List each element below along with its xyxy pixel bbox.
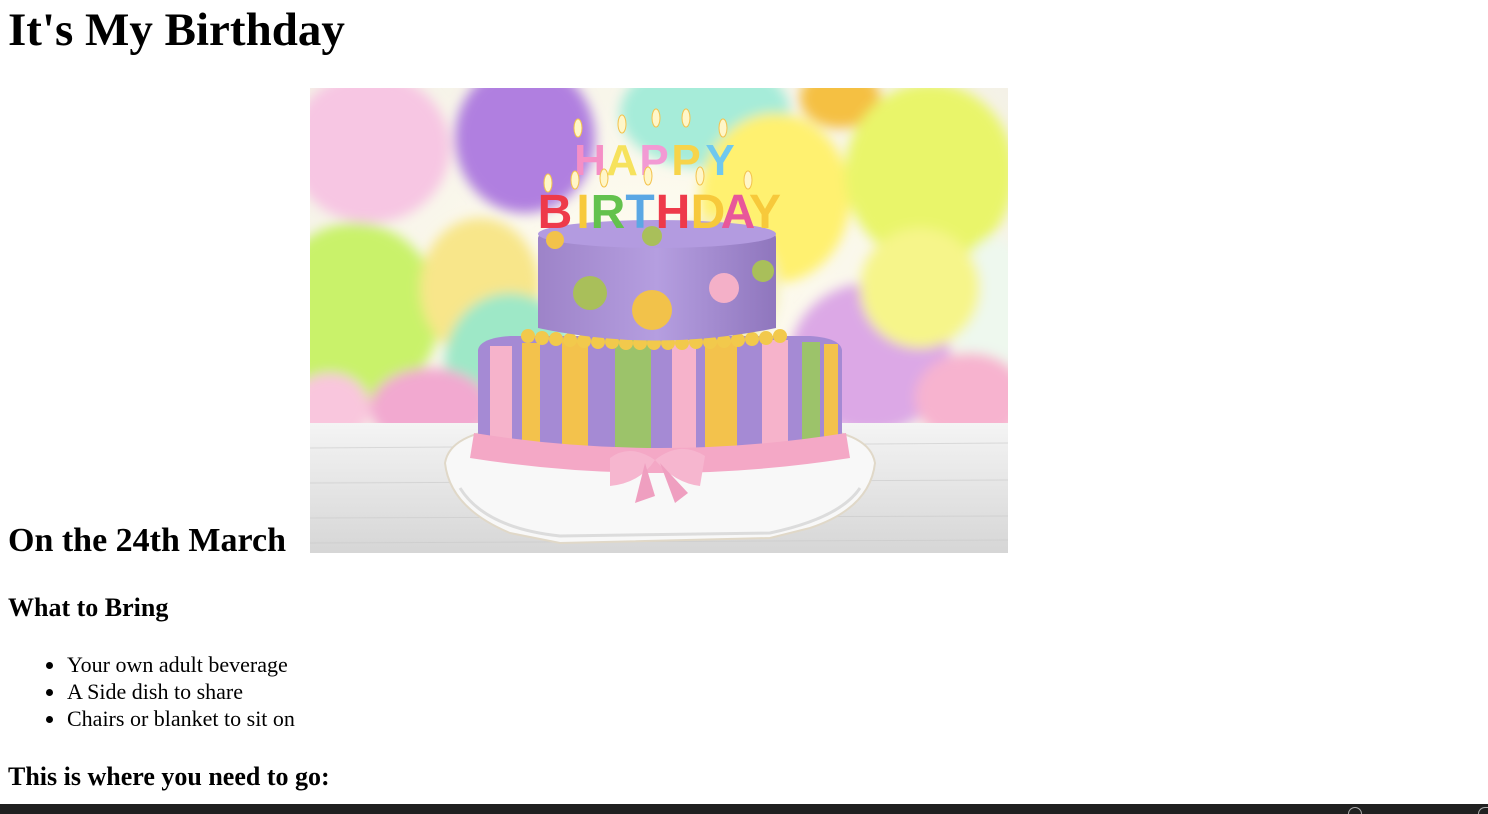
svg-text:T: T (625, 186, 654, 239)
svg-text:A: A (606, 136, 638, 185)
svg-text:Y: Y (705, 136, 734, 185)
list-item: A Side dish to share (46, 678, 295, 705)
birthday-cake-image: H A P P Y B I R T H D A Y (310, 88, 1008, 553)
list-item: Your own adult beverage (46, 651, 295, 678)
what-to-bring-heading: What to Bring (8, 593, 169, 622)
svg-text:Y: Y (749, 186, 781, 239)
list-item-text: A Side dish to share (67, 679, 243, 704)
list-item-text: Your own adult beverage (67, 652, 288, 677)
date-heading: On the 24th March (8, 522, 286, 559)
list-item: Chairs or blanket to sit on (46, 705, 295, 732)
svg-text:I: I (576, 186, 589, 239)
tray-icon[interactable] (1348, 807, 1362, 814)
bullet-icon (46, 662, 53, 669)
page-title: It's My Birthday (8, 4, 345, 56)
taskbar (0, 804, 1488, 814)
tray-icon-partial[interactable] (1478, 807, 1488, 814)
list-item-text: Chairs or blanket to sit on (67, 706, 295, 731)
where-to-go-heading: This is where you need to go: (8, 762, 330, 791)
bullet-icon (46, 689, 53, 696)
svg-text:R: R (591, 186, 626, 239)
svg-text:B: B (538, 186, 573, 239)
bullet-icon (46, 716, 53, 723)
what-to-bring-list: Your own adult beverage A Side dish to s… (46, 651, 295, 732)
birthday-page: It's My Birthday On the 24th March H A P… (0, 0, 1488, 814)
svg-text:H: H (656, 186, 691, 239)
